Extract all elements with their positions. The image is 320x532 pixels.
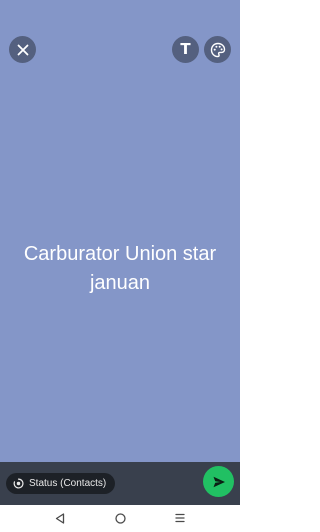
nav-back-button[interactable] (53, 511, 67, 525)
status-text[interactable]: Carburator Union star januan (10, 240, 230, 298)
close-icon (17, 44, 28, 55)
text-style-button[interactable]: T (172, 36, 199, 63)
status-icon (13, 478, 24, 489)
recents-lines-icon (175, 513, 185, 523)
send-icon (213, 476, 225, 487)
audience-selector[interactable]: Status (Contacts) (6, 473, 116, 494)
text-style-label: T (180, 40, 191, 58)
nav-home-button[interactable] (113, 511, 127, 525)
system-navigation-bar (0, 505, 240, 532)
color-palette-button[interactable] (204, 36, 231, 63)
send-button[interactable] (203, 466, 234, 497)
audience-label: Status (Contacts) (29, 478, 107, 489)
status-bottom-bar: Status (Contacts) (0, 462, 240, 505)
status-composer-screen: T Carburator Union star januan Status (C… (0, 0, 240, 532)
nav-recents-button[interactable] (173, 511, 187, 525)
close-button[interactable] (9, 36, 36, 63)
back-triangle-icon (55, 512, 65, 524)
home-circle-icon (114, 512, 126, 524)
palette-icon (210, 42, 225, 57)
